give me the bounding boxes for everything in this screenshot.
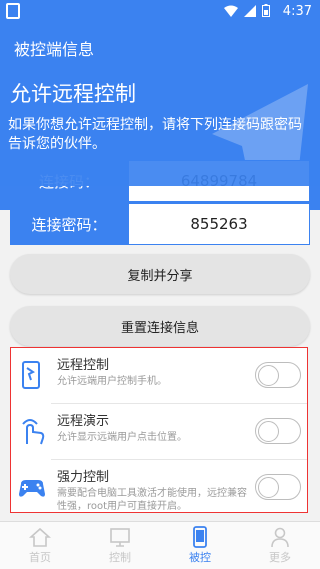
- section-title: 允许远程控制: [10, 82, 136, 106]
- tap-hand-icon: [22, 419, 45, 445]
- reset-connection-button[interactable]: 重置连接信息: [10, 306, 310, 346]
- phone-icon: [193, 526, 207, 548]
- tab-label: 首页: [29, 551, 51, 564]
- tab-label: 被控: [189, 551, 211, 564]
- setting-title: 远程演示: [57, 414, 110, 429]
- copy-share-button[interactable]: 复制并分享: [10, 254, 310, 294]
- status-icons: [224, 4, 270, 17]
- tab-label: 控制: [109, 551, 131, 564]
- page-title: 被控端信息: [14, 40, 95, 59]
- setting-remote-control: 远程控制 允许远端用户控制手机。: [11, 348, 307, 403]
- monitor-icon: [110, 528, 130, 547]
- signal-icon: [244, 4, 256, 17]
- bottom-tab-bar: 首页 控制 被控 更多: [0, 521, 320, 569]
- setting-subtitle: 需要配合电脑工具激活才能使用，远控兼容性强，root用户可直接开启。: [57, 488, 247, 512]
- wifi-icon: [224, 5, 238, 17]
- status-bar: 4:37: [0, 0, 320, 24]
- tab-controlled[interactable]: 被控: [160, 522, 240, 569]
- connection-password-label: 连接密码：: [10, 203, 128, 245]
- home-icon: [29, 527, 51, 547]
- phone-cursor-icon: [22, 361, 40, 389]
- tab-more[interactable]: 更多: [240, 522, 320, 569]
- setting-force-control: 强力控制 需要配合电脑工具激活才能使用，远控兼容性强，root用户可直接开启。: [11, 460, 307, 515]
- tab-control[interactable]: 控制: [80, 522, 160, 569]
- connection-password-row: 连接密码： 855263: [10, 203, 310, 245]
- remote-demo-toggle[interactable]: [255, 418, 301, 444]
- setting-title: 强力控制: [57, 470, 110, 485]
- section-description: 如果你想允许远程控制，请将下列连接码跟密码告诉您的伙伴。: [8, 117, 302, 152]
- setting-remote-demo: 远程演示 允许显示远端用户点击位置。: [11, 404, 307, 459]
- connection-password-value: 855263: [128, 203, 310, 245]
- gamepad-icon: [19, 480, 45, 497]
- remote-control-toggle[interactable]: [255, 362, 301, 388]
- tab-home[interactable]: 首页: [0, 522, 80, 569]
- setting-subtitle: 允许显示远端用户点击位置。: [57, 432, 187, 443]
- setting-subtitle: 允许远端用户控制手机。: [57, 376, 167, 387]
- settings-panel: 远程控制 允许远端用户控制手机。 远程演示 允许显示远端用户点击位置。 强力控制…: [10, 347, 308, 513]
- app-notification-icon: [6, 3, 20, 19]
- user-icon: [271, 527, 289, 548]
- setting-title: 远程控制: [57, 358, 110, 373]
- status-time: 4:37: [282, 4, 312, 19]
- battery-icon: [262, 4, 270, 17]
- tab-label: 更多: [269, 551, 291, 564]
- force-control-toggle[interactable]: [255, 474, 301, 500]
- header-overlap: [0, 160, 320, 186]
